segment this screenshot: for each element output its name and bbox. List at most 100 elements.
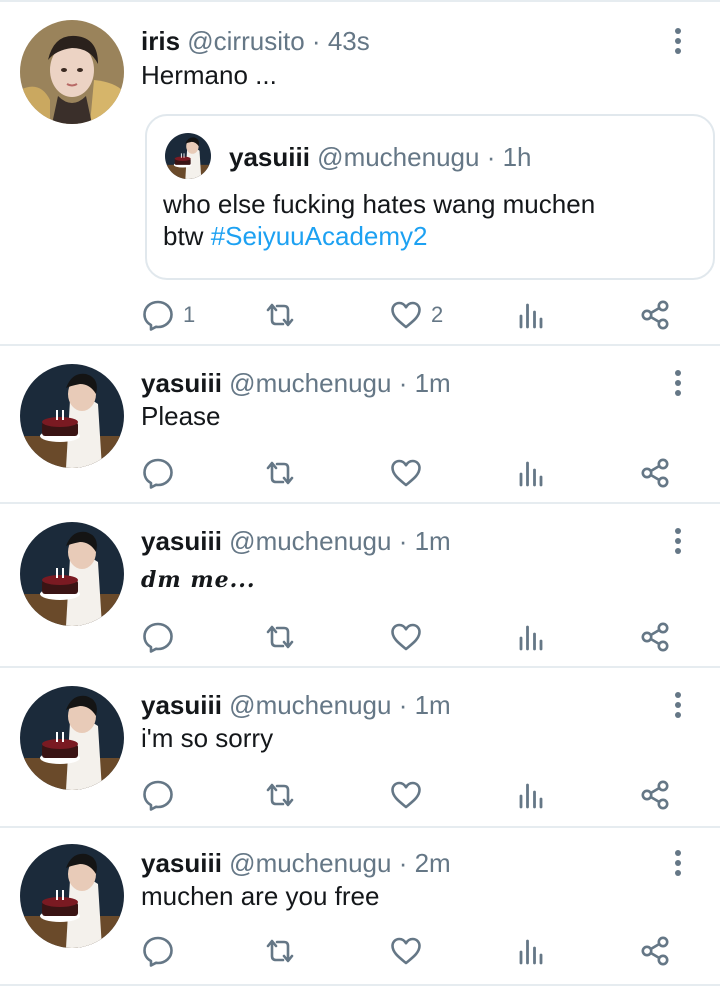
timestamp[interactable]: 43s <box>328 26 370 56</box>
separator-dot: · <box>398 690 408 720</box>
heart-icon <box>389 298 423 332</box>
separator-dot: · <box>398 368 408 398</box>
tweet-header: yasuiii @muchenugu · 2m <box>141 848 451 878</box>
share-icon <box>638 456 672 490</box>
share-button[interactable] <box>638 298 672 332</box>
tweet-text: 𝒅𝒎 𝒎𝒆... <box>141 567 256 593</box>
quoted-tweet[interactable]: yasuiii @muchenugu · 1h who else fucking… <box>145 114 715 280</box>
like-button[interactable] <box>389 456 423 490</box>
quoted-display-name: yasuiii <box>229 142 310 172</box>
quoted-timestamp: 1h <box>502 142 532 172</box>
share-button[interactable] <box>638 456 672 490</box>
heart-icon <box>389 778 423 812</box>
hashtag-link[interactable]: #SeiyuuAcademy2 <box>211 221 428 251</box>
display-name[interactable]: yasuiii <box>141 526 222 556</box>
tweet-text: i'm so sorry <box>141 723 274 753</box>
retweet-icon <box>263 298 297 332</box>
views-icon <box>514 778 548 812</box>
tweet[interactable]: yasuiii @muchenugu · 2m muchen are you f… <box>0 828 720 986</box>
timestamp[interactable]: 1m <box>415 368 451 398</box>
quoted-text-line: btw #SeiyuuAcademy2 <box>163 220 595 252</box>
tweet[interactable]: yasuiii @muchenugu · 1m Please <box>0 346 720 504</box>
more-vertical-icon[interactable] <box>672 848 684 878</box>
display-name[interactable]: iris <box>141 26 180 56</box>
views-button[interactable] <box>514 456 548 490</box>
avatar[interactable] <box>20 686 124 790</box>
retweet-icon <box>263 778 297 812</box>
reply-button[interactable]: 1 <box>141 298 195 332</box>
tweet[interactable]: yasuiii @muchenugu · 1m 𝒅𝒎 𝒎𝒆... <box>0 504 720 668</box>
tweet-header: yasuiii @muchenugu · 1m <box>141 368 451 398</box>
more-vertical-icon[interactable] <box>672 526 684 556</box>
separator-dot: · <box>398 848 408 878</box>
handle[interactable]: @muchenugu <box>229 690 391 720</box>
views-icon <box>514 456 548 490</box>
views-button[interactable] <box>514 298 548 332</box>
reply-icon <box>141 298 175 332</box>
views-button[interactable] <box>514 620 548 654</box>
tweet-text: Please <box>141 401 221 431</box>
heart-icon <box>389 934 423 968</box>
like-button[interactable] <box>389 620 423 654</box>
avatar[interactable] <box>20 20 124 124</box>
timeline: iris @cirrusito · 43s Hermano ... yasuii… <box>0 0 720 986</box>
handle[interactable]: @muchenugu <box>229 848 391 878</box>
heart-icon <box>389 456 423 490</box>
display-name[interactable]: yasuiii <box>141 368 222 398</box>
retweet-button[interactable] <box>263 298 297 332</box>
more-vertical-icon[interactable] <box>672 26 684 56</box>
views-icon <box>514 298 548 332</box>
tweet-text: Hermano ... <box>141 60 277 90</box>
tweet[interactable]: iris @cirrusito · 43s Hermano ... yasuii… <box>0 2 720 346</box>
display-name[interactable]: yasuiii <box>141 848 222 878</box>
handle[interactable]: @muchenugu <box>229 526 391 556</box>
heart-icon <box>389 620 423 654</box>
retweet-button[interactable] <box>263 456 297 490</box>
handle[interactable]: @muchenugu <box>229 368 391 398</box>
reply-icon <box>141 934 175 968</box>
tweet[interactable]: yasuiii @muchenugu · 1m i'm so sorry <box>0 668 720 828</box>
tweet-header: iris @cirrusito · 43s <box>141 26 370 56</box>
timestamp[interactable]: 1m <box>415 526 451 556</box>
reply-count: 1 <box>183 302 196 327</box>
share-icon <box>638 778 672 812</box>
display-name[interactable]: yasuiii <box>141 690 222 720</box>
avatar[interactable] <box>20 364 124 468</box>
share-icon <box>638 298 672 332</box>
reply-button[interactable] <box>141 778 175 812</box>
reply-button[interactable] <box>141 934 175 968</box>
quoted-handle: @muchenugu <box>317 142 480 172</box>
like-button[interactable] <box>389 934 423 968</box>
share-button[interactable] <box>638 778 672 812</box>
reply-button[interactable] <box>141 620 175 654</box>
retweet-button[interactable] <box>263 934 297 968</box>
more-vertical-icon[interactable] <box>672 368 684 398</box>
share-button[interactable] <box>638 934 672 968</box>
reply-button[interactable] <box>141 456 175 490</box>
quoted-header: yasuiii @muchenugu · 1h <box>229 142 532 172</box>
avatar[interactable] <box>20 522 124 626</box>
share-button[interactable] <box>638 620 672 654</box>
more-vertical-icon[interactable] <box>672 690 684 720</box>
separator-dot: · <box>486 142 496 172</box>
timestamp[interactable]: 2m <box>415 848 451 878</box>
timestamp[interactable]: 1m <box>415 690 451 720</box>
views-icon <box>514 620 548 654</box>
handle[interactable]: @cirrusito <box>187 26 304 56</box>
like-button[interactable] <box>389 778 423 812</box>
retweet-button[interactable] <box>263 778 297 812</box>
separator-dot: · <box>311 26 321 56</box>
views-button[interactable] <box>514 778 548 812</box>
quoted-text-prefix: btw <box>163 221 211 251</box>
retweet-button[interactable] <box>263 620 297 654</box>
share-icon <box>638 620 672 654</box>
avatar[interactable] <box>20 844 124 948</box>
retweet-icon <box>263 456 297 490</box>
quoted-text-line: who else fucking hates wang muchen <box>163 189 596 219</box>
tweet-actions <box>141 456 681 490</box>
views-button[interactable] <box>514 934 548 968</box>
retweet-icon <box>263 620 297 654</box>
tweet-header: yasuiii @muchenugu · 1m <box>141 690 451 720</box>
like-button[interactable]: 2 <box>389 298 443 332</box>
tweet-actions: 1 2 <box>141 298 681 332</box>
